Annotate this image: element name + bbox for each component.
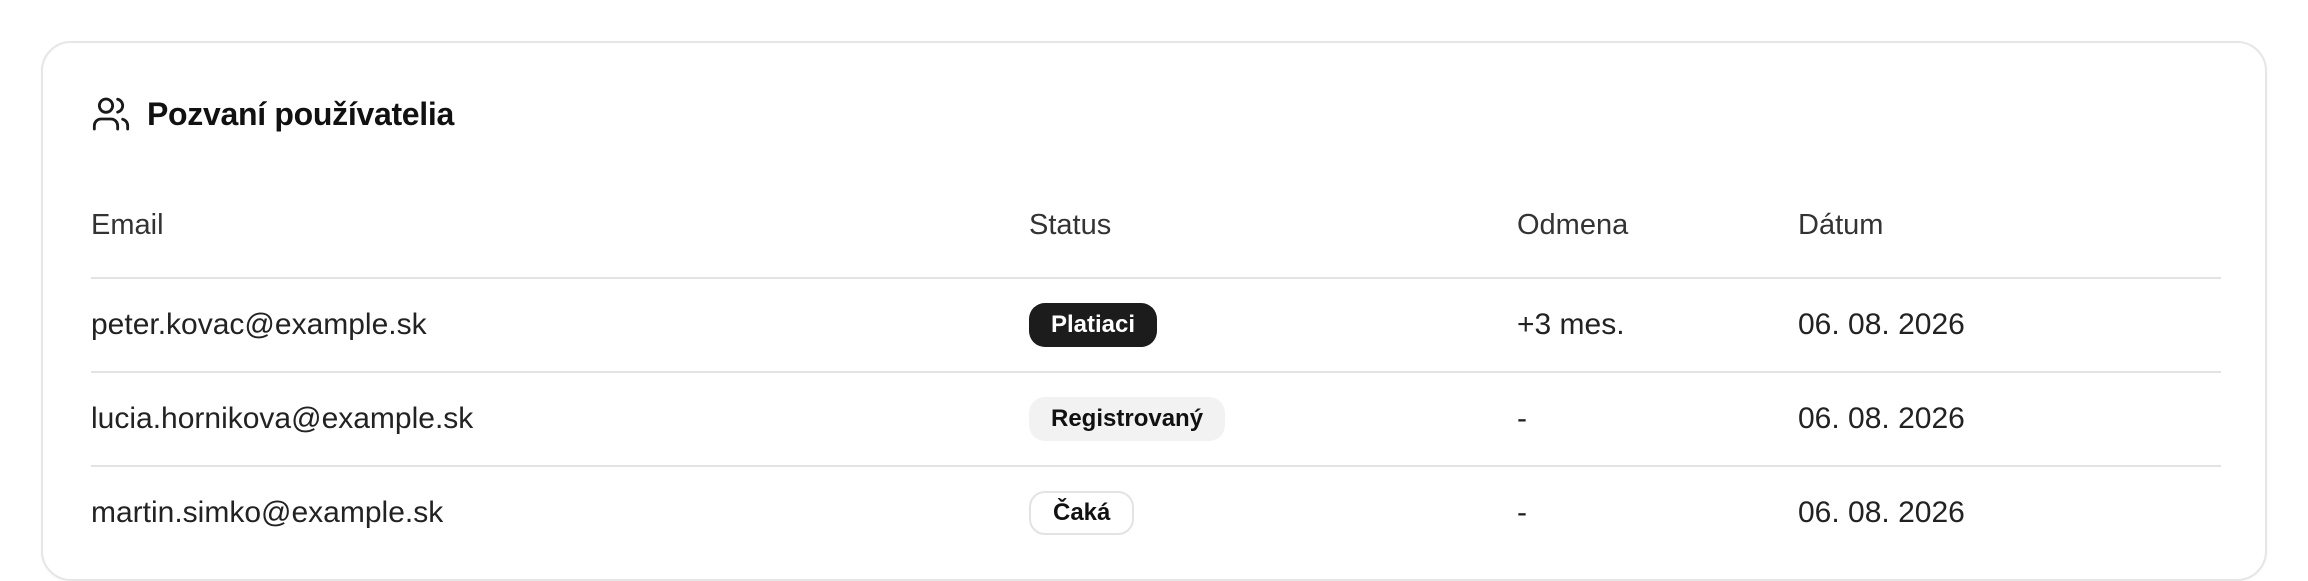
row-email: lucia.hornikova@example.sk <box>91 402 474 435</box>
table-row: martin.simko@example.sk Čaká - 06. 08. 2… <box>91 465 2221 559</box>
card-header: Pozvaní používatelia <box>91 89 454 139</box>
column-header-reward: Odmena <box>1517 208 1629 241</box>
row-date: 06. 08. 2026 <box>1798 308 1965 341</box>
row-reward: - <box>1517 402 1527 435</box>
row-date: 06. 08. 2026 <box>1798 496 1965 529</box>
row-status: Registrovaný <box>1029 397 1226 441</box>
column-header-status: Status <box>1029 208 1112 241</box>
status-badge: Čaká <box>1029 491 1135 535</box>
invited-users-table: Email Status Odmena Dátum peter.kovac@ex… <box>91 173 2221 559</box>
row-status: Čaká <box>1029 491 1135 535</box>
table-row: peter.kovac@example.sk Platiaci +3 mes. … <box>91 277 2221 371</box>
row-email: peter.kovac@example.sk <box>91 308 427 341</box>
column-header-date: Dátum <box>1798 208 1884 241</box>
status-badge: Platiaci <box>1029 303 1158 347</box>
table-header-row: Email Status Odmena Dátum <box>91 173 2221 277</box>
table-row: lucia.hornikova@example.sk Registrovaný … <box>91 371 2221 465</box>
users-icon <box>91 94 131 134</box>
status-badge: Registrovaný <box>1029 397 1226 441</box>
row-date: 06. 08. 2026 <box>1798 402 1965 435</box>
row-status: Platiaci <box>1029 303 1158 347</box>
row-reward: +3 mes. <box>1517 308 1625 341</box>
column-header-email: Email <box>91 208 164 241</box>
row-email: martin.simko@example.sk <box>91 496 444 529</box>
row-reward: - <box>1517 496 1527 529</box>
card-title: Pozvaní používatelia <box>147 95 454 132</box>
invited-users-card: Pozvaní používatelia Email Status Odmena… <box>41 41 2267 581</box>
